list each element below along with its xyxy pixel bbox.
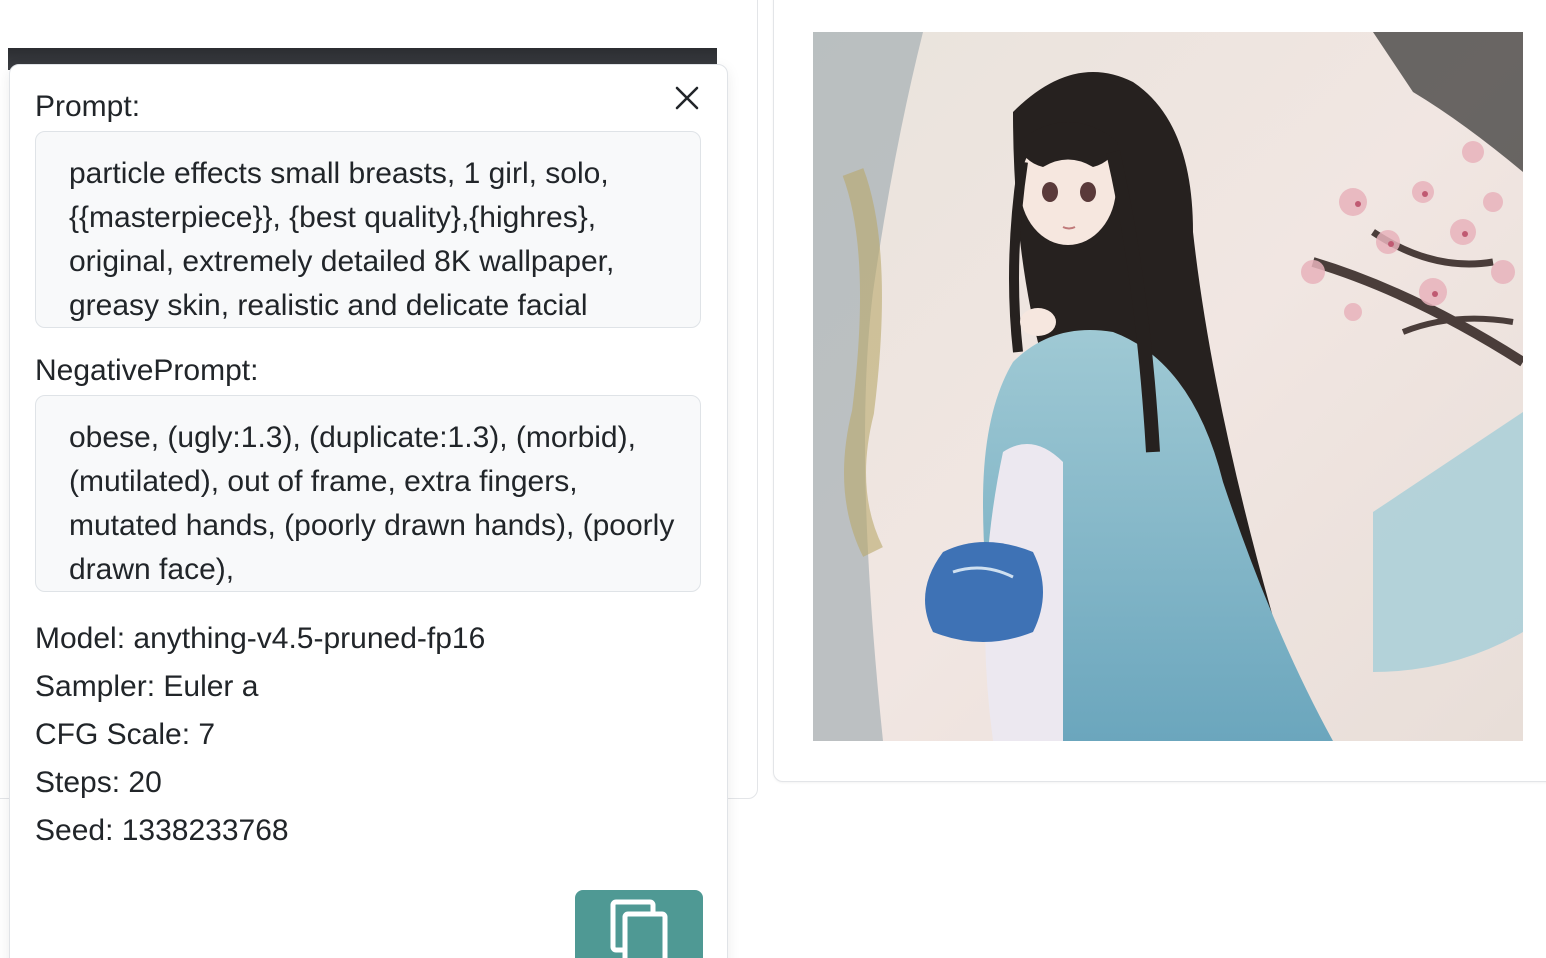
generated-image[interactable] — [813, 32, 1523, 741]
anime-girl-illustration — [813, 32, 1523, 741]
sampler-info: Sampler: Euler a — [35, 670, 259, 703]
prompt-textbox[interactable]: particle effects small breasts, 1 girl, … — [35, 131, 701, 328]
close-icon — [675, 86, 699, 110]
copy-icon — [610, 899, 668, 958]
steps-info: Steps: 20 — [35, 766, 162, 799]
close-button[interactable] — [670, 81, 704, 115]
negative-prompt-label: NegativePrompt: — [35, 354, 259, 387]
generation-info-popover: Prompt: particle effects small breasts, … — [9, 64, 728, 958]
page: Prompt: particle effects small breasts, … — [0, 0, 1546, 958]
seed-info: Seed: 1338233768 — [35, 814, 289, 847]
copy-button[interactable] — [575, 890, 703, 958]
negative-prompt-textbox[interactable]: obese, (ugly:1.3), (duplicate:1.3), (mor… — [35, 395, 701, 592]
prompt-label: Prompt: — [35, 90, 141, 123]
generation-params: Model: anything-v4.5-pruned-fp16 Sampler… — [35, 615, 485, 855]
model-info: Model: anything-v4.5-pruned-fp16 — [35, 622, 486, 655]
cfg-scale-info: CFG Scale: 7 — [35, 718, 216, 751]
